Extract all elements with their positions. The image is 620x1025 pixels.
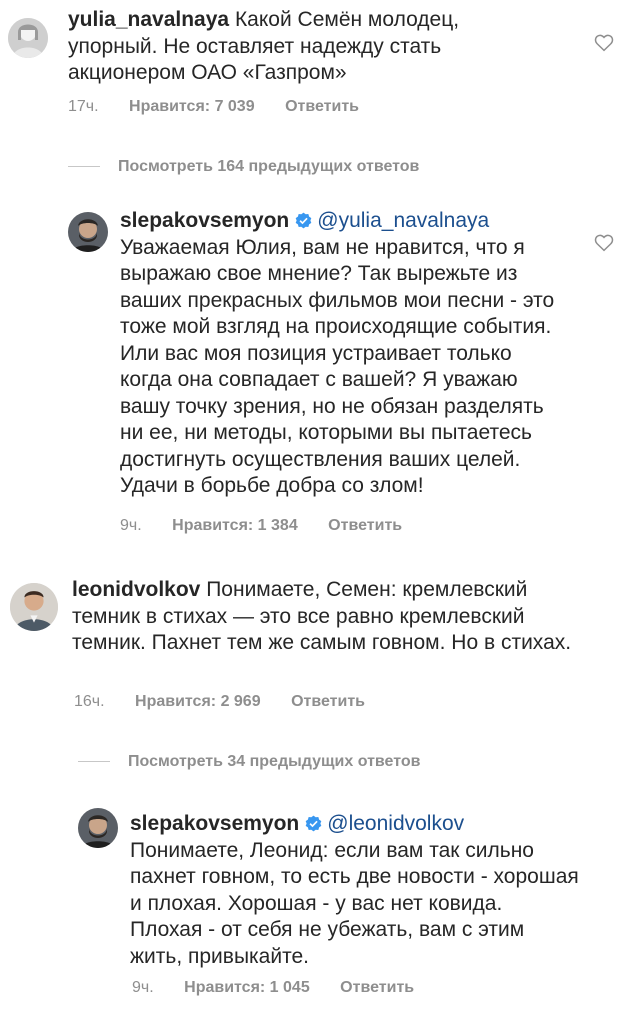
view-previous-replies[interactable]: Посмотреть 34 предыдущих ответов <box>78 753 420 771</box>
reply-button[interactable]: Ответить <box>285 98 359 115</box>
avatar[interactable] <box>68 212 108 252</box>
likes-count[interactable]: Нравится: 7 039 <box>129 98 255 115</box>
username[interactable]: yulia_navalnaya <box>68 8 229 31</box>
mention-link[interactable]: @yulia_navalnaya <box>317 209 489 232</box>
likes-count[interactable]: Нравится: 1 045 <box>184 979 310 996</box>
comment-time: 9ч. <box>132 979 154 996</box>
view-replies-label: Посмотреть 164 предыдущих ответов <box>118 158 420 175</box>
heart-icon[interactable] <box>594 234 614 252</box>
avatar[interactable] <box>8 18 48 58</box>
avatar[interactable] <box>78 808 118 848</box>
divider-line <box>68 166 100 168</box>
reply-button[interactable]: Ответить <box>340 979 414 996</box>
username[interactable]: leonidvolkov <box>72 578 200 601</box>
comment-text: Уважаемая Юлия, вам не нравится, что я в… <box>120 235 555 498</box>
likes-count[interactable]: Нравится: 1 384 <box>172 517 298 534</box>
view-replies-label: Посмотреть 34 предыдущих ответов <box>128 753 421 770</box>
username[interactable]: slepakovsemyon <box>120 209 289 232</box>
verified-badge-icon <box>305 813 322 832</box>
likes-count[interactable]: Нравится: 2 969 <box>135 693 261 710</box>
comment-time: 9ч. <box>120 517 142 534</box>
heart-icon[interactable] <box>594 34 614 52</box>
view-previous-replies[interactable]: Посмотреть 164 предыдущих ответов <box>68 158 419 176</box>
verified-badge-icon <box>295 210 312 229</box>
reply-button[interactable]: Ответить <box>291 693 365 710</box>
comment-time: 16ч. <box>74 693 105 710</box>
reply-button[interactable]: Ответить <box>328 517 402 534</box>
avatar[interactable] <box>10 583 58 631</box>
mention-link[interactable]: @leonidvolkov <box>327 812 464 835</box>
comment-time: 17ч. <box>68 98 99 115</box>
divider-line <box>78 761 110 763</box>
comment-text: Понимаете, Леонид: если вам так сильно п… <box>130 838 579 968</box>
username[interactable]: slepakovsemyon <box>130 812 299 835</box>
